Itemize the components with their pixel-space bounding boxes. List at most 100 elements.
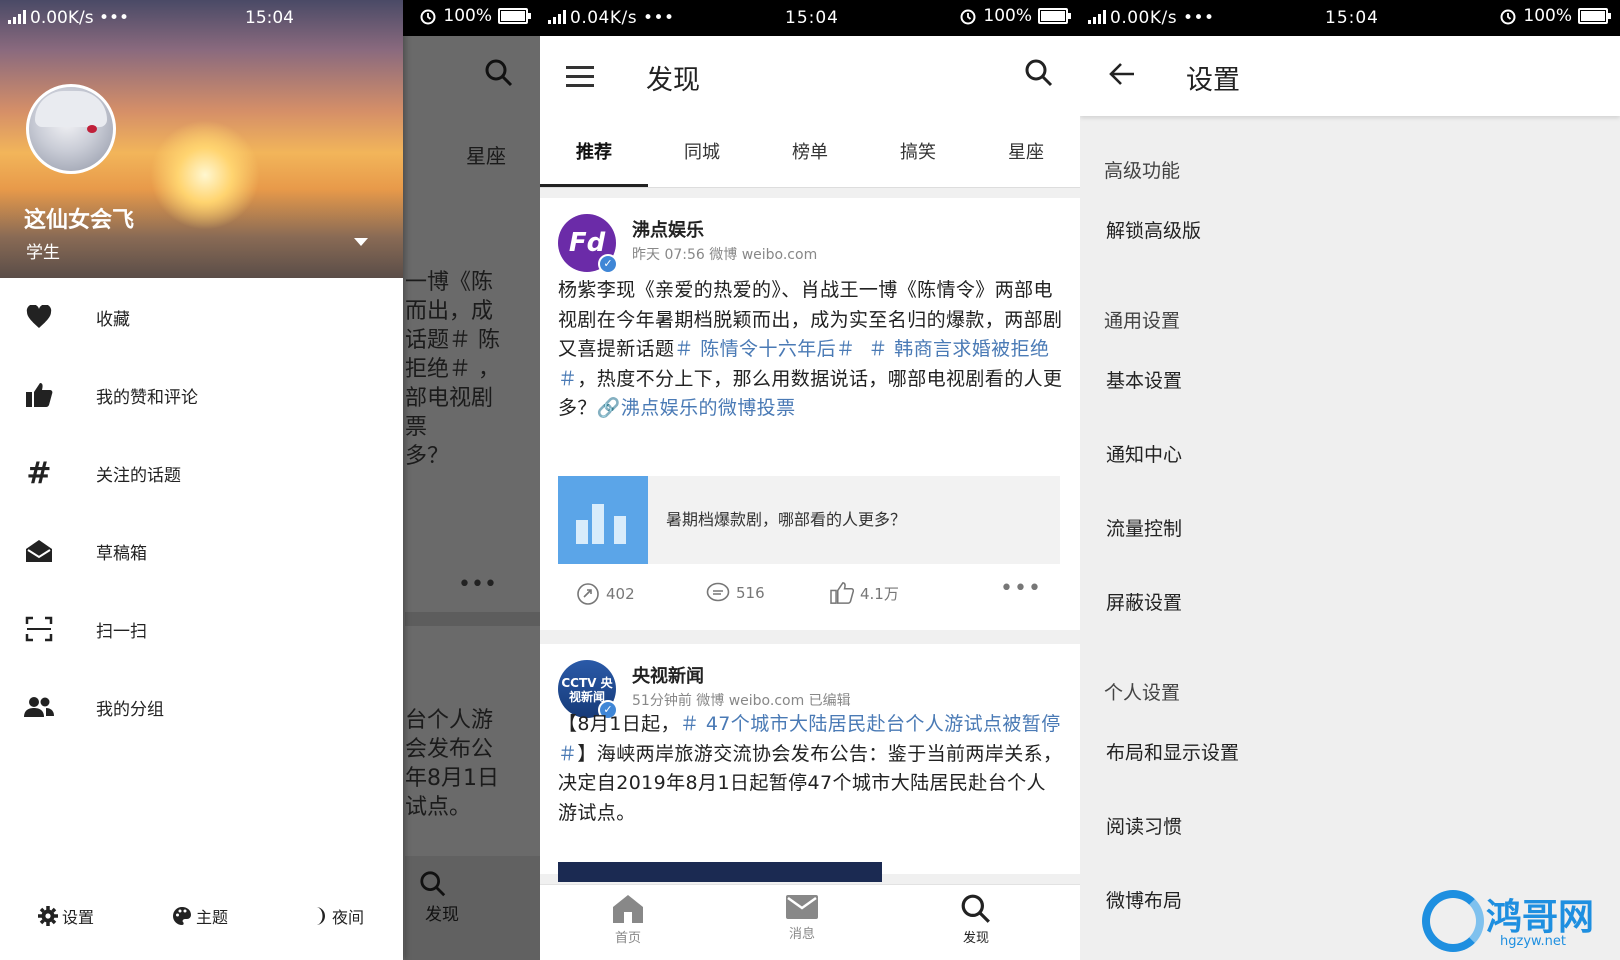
- setting-unlock-pro[interactable]: 解锁高级版: [1106, 216, 1201, 243]
- dim-nav-label: 发现: [425, 905, 459, 925]
- network-speed: 0.04K/s •••: [570, 8, 675, 28]
- setting-reading[interactable]: 阅读习惯: [1106, 812, 1182, 839]
- menu-icon[interactable]: [566, 66, 594, 93]
- search-icon: [485, 59, 513, 87]
- more-icon[interactable]: •••: [1000, 576, 1042, 601]
- post-meta: 51分钟前 微博 weibo.com 已编辑: [632, 693, 851, 709]
- battery-percent: 100%: [983, 6, 1032, 26]
- drawer-menu: 收藏 我的赞和评论 # 关注的话题 草稿箱 扫一扫 我的分组: [0, 278, 403, 746]
- watermark-text: 鸿哥网: [1486, 897, 1595, 938]
- status-time: 15:04: [1325, 8, 1379, 28]
- comment-button[interactable]: 516: [706, 582, 765, 604]
- tab-local[interactable]: 同城: [648, 138, 756, 164]
- moon-icon: [316, 907, 325, 925]
- menu-item-likes-comments[interactable]: 我的赞和评论: [0, 356, 403, 434]
- vote-link[interactable]: 🔗沸点娱乐的微博投票: [597, 397, 796, 419]
- night-mode-button[interactable]: 夜间: [310, 904, 364, 928]
- theme-button[interactable]: 主题: [172, 904, 228, 928]
- topic-link[interactable]: ＃ 陈情令十六年后＃: [674, 338, 855, 360]
- heart-icon: [24, 302, 54, 332]
- battery-icon: [498, 8, 531, 24]
- like-button[interactable]: 4.1万: [830, 582, 899, 604]
- nav-home[interactable]: 首页: [588, 893, 668, 946]
- network-speed: 0.00K/s •••: [1110, 8, 1215, 28]
- search-icon: [961, 894, 990, 923]
- palette-icon: [173, 907, 191, 925]
- page-title: 发现: [646, 65, 700, 96]
- post-actions: 402 516 4.1万 •••: [540, 564, 1080, 624]
- post-username[interactable]: 沸点娱乐: [632, 216, 704, 242]
- post-username[interactable]: 央视新闻: [632, 662, 704, 688]
- network-speed: 0.00K/s •••: [30, 8, 130, 28]
- gear-icon: [38, 906, 58, 926]
- post-text: 杨紫李现《亲爱的热爱的》、肖战王一博《陈情令》两部电视剧在今年暑期档脱颖而出，成…: [558, 279, 1063, 419]
- alarm-icon: [960, 9, 976, 25]
- verified-icon: ✓: [598, 254, 618, 274]
- home-icon: [613, 895, 643, 923]
- search-icon[interactable]: [1024, 58, 1054, 88]
- dim-post-text-2: 台个人游 会发布公 年8月1日 试点。: [405, 708, 499, 820]
- sunset-image: [150, 120, 260, 230]
- thumbs-up-icon: [830, 582, 854, 604]
- settings-screen: 0.00K/s ••• 15:04 100% 设置 高级功能 解锁高级版 通用设…: [1080, 0, 1620, 960]
- section-header-general: 通用设置: [1104, 310, 1181, 332]
- settings-button[interactable]: 设置: [38, 904, 94, 928]
- menu-item-favorites[interactable]: 收藏: [0, 278, 403, 356]
- scan-icon: [24, 614, 54, 644]
- setting-layout-display[interactable]: 布局和显示设置: [1106, 738, 1239, 765]
- nav-discover[interactable]: 发现: [936, 893, 1016, 946]
- battery-icon: [1578, 8, 1611, 24]
- chart-thumbnail-icon: [558, 476, 648, 564]
- menu-item-groups[interactable]: 我的分组: [0, 668, 403, 746]
- bottom-nav: 首页 消息 发现: [540, 884, 1080, 960]
- account-dropdown-icon[interactable]: [354, 238, 368, 246]
- thumbs-up-icon: [24, 380, 54, 410]
- link-card-title: 暑期档爆款剧，哪部看的人更多？: [666, 510, 907, 529]
- tab-recommend[interactable]: 推荐: [540, 138, 648, 164]
- avatar[interactable]: [26, 84, 116, 174]
- back-arrow-icon[interactable]: [1108, 60, 1136, 88]
- repost-button[interactable]: 402: [576, 582, 635, 606]
- battery-icon: [1038, 8, 1071, 24]
- watermark-url: hgzyw.net: [1500, 934, 1566, 949]
- tab-horoscope[interactable]: 星座: [972, 138, 1080, 164]
- avatar[interactable]: Fd ✓: [558, 214, 618, 274]
- navigation-drawer: 0.00K/s ••• 15:04 这仙女会飞 学生 收藏 我的赞和评论 # 关…: [0, 0, 403, 960]
- setting-data-usage[interactable]: 流量控制: [1106, 514, 1182, 541]
- status-time: 15:04: [245, 8, 294, 28]
- setting-blocking[interactable]: 屏蔽设置: [1106, 588, 1182, 615]
- comment-icon: [706, 582, 730, 602]
- post-card[interactable]: Fd ✓ 沸点娱乐 昨天 07:56 微博 weibo.com 杨紫李现《亲爱的热…: [540, 198, 1080, 630]
- tab-ranking[interactable]: 榜单: [756, 138, 864, 164]
- dim-post-text: 一博《陈 而出，成 话题＃ 陈 拒绝＃ ， 部电视剧 票 多？: [405, 270, 500, 469]
- repost-icon: [577, 583, 599, 605]
- mail-icon: [786, 895, 818, 919]
- alarm-icon: [1500, 9, 1516, 25]
- media-thumbnail[interactable]: [558, 862, 882, 882]
- more-dots-icon: •••: [458, 572, 497, 597]
- menu-item-drafts[interactable]: 草稿箱: [0, 512, 403, 590]
- signal-icon: [548, 10, 566, 24]
- status-bar: 0.00K/s ••• 15:04 100%: [1080, 0, 1620, 36]
- tab-bar: 推荐 同城 榜单 搞笑 星座: [540, 128, 1080, 188]
- post-card[interactable]: CCTV 央视新闻 ✓ 央视新闻 51分钟前 微博 weibo.com 已编辑 【…: [540, 644, 1080, 882]
- group-icon: [24, 692, 54, 722]
- battery-percent: 100%: [1523, 6, 1572, 26]
- section-header-advanced: 高级功能: [1104, 160, 1181, 182]
- tab-funny[interactable]: 搞笑: [864, 138, 972, 164]
- dim-tab-label: 星座: [466, 144, 506, 168]
- watermark-logo: 鸿哥网 hgzyw.net: [1422, 888, 1618, 958]
- drawer-screen: 0.00K/s ••• 100% 星座 一博《陈 而出，成 话题＃ 陈 拒绝＃ …: [0, 0, 540, 960]
- nav-messages[interactable]: 消息: [762, 893, 842, 942]
- setting-basic[interactable]: 基本设置: [1106, 366, 1182, 393]
- setting-notifications[interactable]: 通知中心: [1106, 440, 1182, 467]
- profile-name[interactable]: 这仙女会飞: [24, 202, 134, 234]
- menu-item-topics[interactable]: # 关注的话题: [0, 434, 403, 512]
- link-card[interactable]: 暑期档爆款剧，哪部看的人更多？: [558, 476, 1060, 564]
- signal-icon: [8, 10, 26, 24]
- setting-weibo-layout[interactable]: 微博布局: [1106, 886, 1182, 913]
- menu-item-scan[interactable]: 扫一扫: [0, 590, 403, 668]
- mail-open-icon: [24, 536, 54, 566]
- battery-percent: 100%: [443, 6, 492, 26]
- hashtag-icon: #: [26, 455, 52, 491]
